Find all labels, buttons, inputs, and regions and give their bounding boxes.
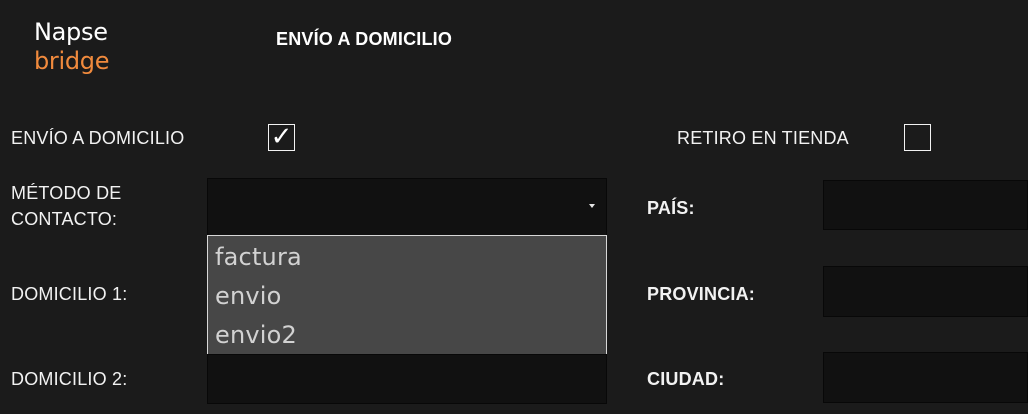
provincia-label: PROVINCIA: [647,284,756,304]
domicilio-1-label: DOMICILIO 1: [11,284,128,304]
page-title: ENVÍO A DOMICILIO [276,29,453,49]
metodo-contacto-label-line-1: MÉTODO DE [11,183,122,203]
dropdown-option-envio[interactable]: envio [208,283,606,322]
provincia-input[interactable] [823,266,1028,317]
metodo-contacto-label-line-2: CONTACTO: [11,209,118,229]
domicilio-2-label: DOMICILIO 2: [11,369,128,389]
pais-label: PAÍS: [647,198,695,218]
app-logo: Napse bridge [34,18,134,84]
metodo-contacto-select[interactable] [207,178,607,237]
pais-input[interactable] [823,180,1028,230]
logo-text-top: Napse [34,18,108,46]
retiro-tienda-checkbox[interactable] [904,124,931,151]
ciudad-input[interactable] [823,352,1028,403]
ciudad-label: CIUDAD: [647,369,725,389]
dropdown-option-factura[interactable]: factura [208,244,606,283]
retiro-tienda-label: RETIRO EN TIENDA [677,128,849,148]
envio-domicilio-label: ENVÍO A DOMICILIO [11,128,185,148]
domicilio-2-input[interactable] [207,354,607,404]
logo-text-bottom: bridge [34,47,110,75]
envio-domicilio-checkbox[interactable]: ✓ [268,124,295,151]
caret-down-icon [589,204,595,208]
metodo-contacto-dropdown[interactable]: factura envio envio2 [207,235,607,356]
check-icon: ✓ [270,122,293,152]
